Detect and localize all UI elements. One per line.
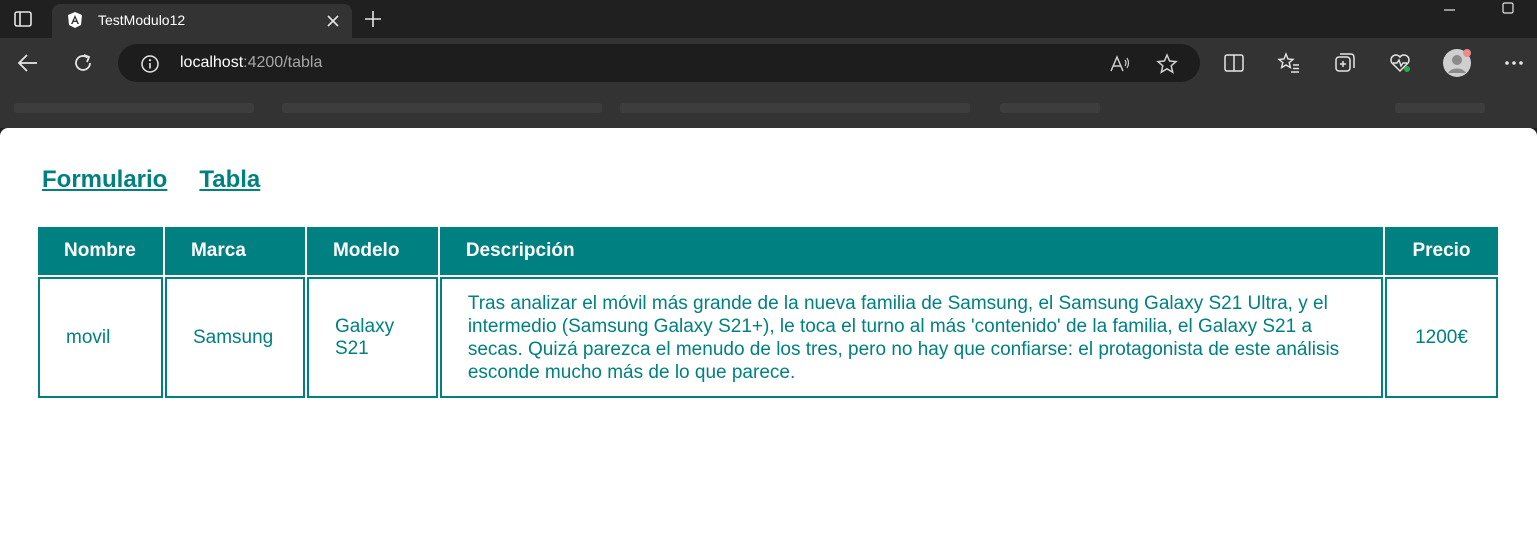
cell-modelo: Galaxy S21: [306, 277, 438, 398]
address-bar[interactable]: localhost:4200/tabla: [118, 44, 1200, 82]
header-marca: Marca: [164, 227, 305, 275]
refresh-icon[interactable]: [68, 48, 98, 78]
header-descripcion: Descripción: [439, 227, 1383, 275]
header-modelo: Modelo: [306, 227, 438, 275]
url-text[interactable]: localhost:4200/tabla: [180, 54, 322, 72]
bookmark-item[interactable]: [1000, 103, 1100, 113]
minimize-icon[interactable]: [1440, 2, 1460, 18]
read-aloud-icon[interactable]: [1108, 52, 1132, 76]
main-nav: Formulario Tabla: [42, 166, 260, 194]
split-screen-icon[interactable]: [1219, 48, 1249, 78]
bookmark-item[interactable]: [1395, 103, 1485, 113]
maximize-icon[interactable]: [1498, 0, 1518, 18]
table-header-row: Nombre Marca Modelo Descripción Precio: [38, 227, 1498, 275]
tab-actions-icon[interactable]: [10, 8, 36, 30]
url-path: :4200/tabla: [243, 54, 323, 71]
collections-icon[interactable]: [1330, 48, 1360, 78]
table-row: movil Samsung Galaxy S21 Tras analizar e…: [38, 277, 1498, 398]
products-table: Nombre Marca Modelo Descripción Precio m…: [36, 227, 1500, 398]
cell-descripcion: Tras analizar el móvil más grande de la …: [439, 277, 1383, 398]
bookmarks-bar: [0, 88, 1537, 128]
cell-nombre: movil: [38, 277, 163, 398]
cell-precio: 1200€: [1385, 277, 1498, 398]
browser-health-icon[interactable]: [1385, 48, 1415, 78]
close-tab-icon[interactable]: [324, 12, 342, 30]
browser-tab[interactable]: TestModulo12: [52, 4, 352, 38]
favorites-icon[interactable]: [1274, 48, 1304, 78]
tab-title: TestModulo12: [98, 12, 186, 28]
site-info-icon[interactable]: [138, 52, 162, 76]
cell-marca: Samsung: [164, 277, 305, 398]
page-content: Formulario Tabla Nombre Marca Modelo Des…: [0, 128, 1537, 536]
nav-link-formulario[interactable]: Formulario: [42, 166, 167, 194]
header-precio: Precio: [1385, 227, 1498, 275]
more-options-icon[interactable]: [1499, 48, 1529, 78]
favorite-star-icon[interactable]: [1155, 52, 1179, 76]
url-host: localhost: [180, 54, 244, 71]
angular-logo-icon: [66, 11, 84, 29]
header-nombre: Nombre: [38, 227, 163, 275]
bookmark-item[interactable]: [282, 103, 602, 113]
bookmark-item[interactable]: [620, 103, 970, 113]
browser-toolbar: localhost:4200/tabla: [0, 38, 1537, 88]
bookmark-item[interactable]: [14, 103, 254, 113]
nav-link-tabla[interactable]: Tabla: [199, 166, 260, 194]
new-tab-icon[interactable]: [362, 8, 384, 30]
profile-avatar-icon[interactable]: [1441, 47, 1473, 79]
browser-titlebar: TestModulo12: [0, 0, 1537, 38]
back-icon[interactable]: [13, 48, 43, 78]
